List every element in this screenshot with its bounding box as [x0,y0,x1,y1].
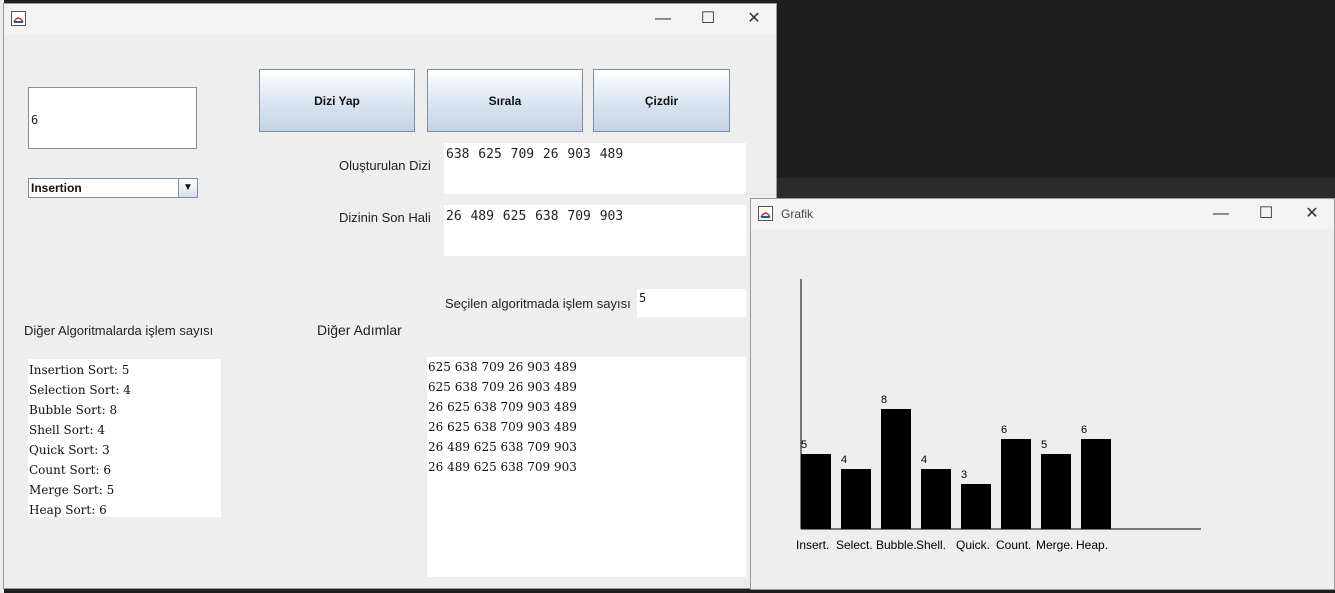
list-item: 625 638 709 26 903 489 [428,380,577,394]
x-tick-label: Bubble. [876,538,917,552]
operation-count-chart: 5 Insert. 4 Select. 8 Bubble. 4 Shell. 3 Quick. 6 C… [796,279,1201,552]
chart-bar [1081,439,1111,529]
chart-bar [841,469,871,529]
x-tick-label: Count. [996,538,1031,552]
close-button[interactable]: ✕ [1289,202,1335,226]
other-algorithms-list[interactable]: Insertion Sort: 5 Selection Sort: 4 Bubb… [28,359,221,517]
list-item: 26 625 638 709 903 489 [428,400,577,414]
x-tick-label: Heap. [1076,538,1108,552]
list-item: 26 489 625 638 709 903 [428,440,577,454]
final-array-label: Dizinin Son Hali [339,210,431,225]
chart-window: Grafik — ☐ ✕ 5 Insert. 4 Select. 8 Bubble. 4 Sh… [750,198,1335,590]
x-tick-label: Insert. [796,538,829,552]
created-array-field[interactable]: 638 625 709 26 903 489 [444,143,746,194]
list-item: Selection Sort: 4 [29,383,131,397]
main-window: — ☐ ✕ 6 Insertion ▼ Dizi Yap Sırala Çizd… [3,3,777,589]
other-steps-label: Diğer Adımlar [317,322,402,338]
op-count-field[interactable]: 5 [637,289,746,317]
chart-bar [1001,439,1031,529]
bar-value-label: 6 [1001,424,1007,436]
algorithm-select-value: Insertion [31,181,82,195]
window-title: Grafik [781,207,814,221]
list-item: Shell Sort: 4 [29,423,106,437]
other-algorithms-label: Diğer Algoritmalarda işlem sayısı [24,323,214,338]
list-item: Insertion Sort: 5 [29,363,130,377]
make-array-button[interactable]: Dizi Yap [259,69,415,132]
chart-bar [961,484,991,529]
list-item: 26 625 638 709 903 489 [428,420,577,434]
bar-value-label: 5 [801,439,807,451]
list-item: Bubble Sort: 8 [29,403,118,417]
algorithm-select[interactable]: Insertion ▼ [28,178,198,198]
bar-value-label: 4 [841,454,847,466]
size-input[interactable]: 6 [28,87,197,149]
close-button[interactable]: ✕ [731,7,777,31]
background-editor-strip [776,178,1335,198]
bar-value-label: 4 [921,454,927,466]
list-item: Count Sort: 6 [29,463,111,477]
minimize-button[interactable]: — [640,7,686,31]
minimize-button[interactable]: — [1198,202,1244,226]
x-tick-label: Quick. [956,538,990,552]
created-array-label: Oluşturulan Dizi [339,158,431,173]
list-item: Merge Sort: 5 [29,483,115,497]
x-tick-label: Select. [836,538,873,552]
chart-titlebar: Grafik — ☐ ✕ [751,199,1334,229]
op-count-label: Seçilen algoritmada işlem sayısı [445,296,631,311]
chart-bar [1041,454,1071,529]
bar-value-label: 8 [881,394,887,406]
list-item: Quick Sort: 3 [29,443,110,457]
chart-bar [801,454,831,529]
final-array-field[interactable]: 26 489 625 638 709 903 [444,205,746,256]
chevron-down-icon[interactable]: ▼ [178,179,197,197]
draw-button[interactable]: Çizdir [593,69,730,132]
chart-bar [921,469,951,529]
x-tick-label: Shell. [916,538,946,552]
chart-bar [881,409,911,529]
bar-value-label: 5 [1041,439,1047,451]
sort-button[interactable]: Sırala [427,69,583,132]
list-item: 625 638 709 26 903 489 [428,360,577,374]
list-item: 26 489 625 638 709 903 [428,460,577,474]
list-item: Heap Sort: 6 [29,503,107,517]
java-app-icon [11,11,26,26]
maximize-button[interactable]: ☐ [685,7,731,31]
bar-value-label: 6 [1081,424,1087,436]
main-titlebar: — ☐ ✕ [4,4,776,34]
java-app-icon [758,206,773,221]
x-tick-label: Merge. [1036,538,1073,552]
bar-value-label: 3 [961,469,967,481]
maximize-button[interactable]: ☐ [1243,202,1289,226]
steps-list[interactable]: 625 638 709 26 903 489 625 638 709 26 90… [427,357,746,577]
